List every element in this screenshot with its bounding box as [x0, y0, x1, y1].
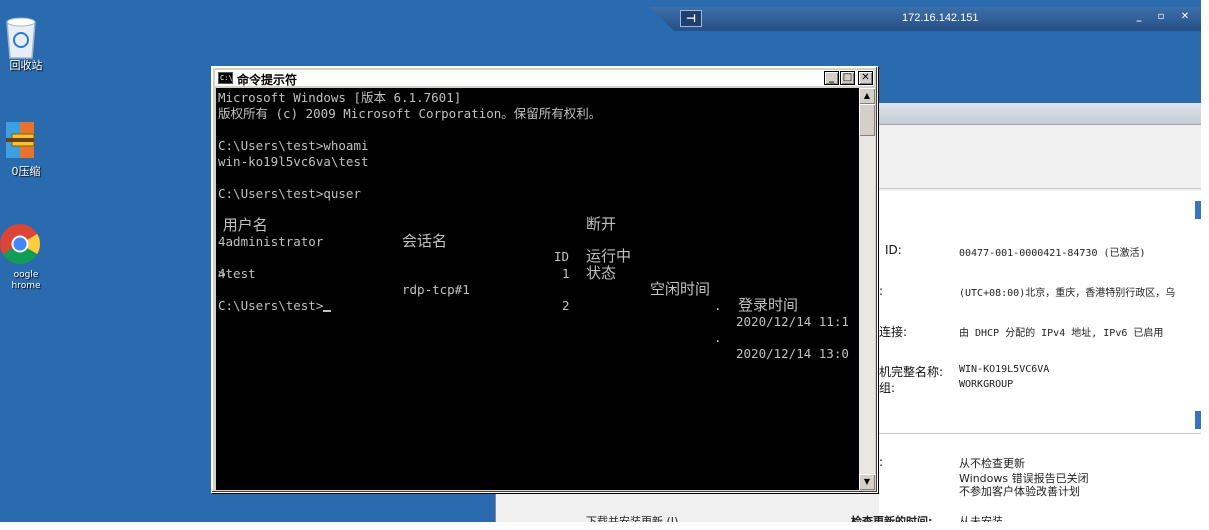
- full-computer-name-value: WIN-KO19L5VC6VA: [959, 364, 1050, 375]
- cmd-minimize-button[interactable]: _: [824, 71, 839, 85]
- recycle-bin-icon: [6, 17, 36, 59]
- cmd-app-icon: C:\: [218, 72, 233, 84]
- ceip-value: 不参加客户体验改善计划: [959, 485, 1080, 498]
- product-id-value: 00477-001-0000421-84730 (已激活): [959, 248, 1146, 259]
- remote-minimize-button[interactable]: _: [1132, 10, 1146, 24]
- archive-tool-shortcut[interactable]: 0压缩: [0, 118, 52, 178]
- archive-icon: [6, 122, 35, 158]
- command-prompt-window[interactable]: C:\ 命令提示符 _ □ ✕ Microsoft Windows [版本 6.…: [211, 66, 878, 493]
- connection-value: 由 DHCP 分配的 IPv4 地址, IPv6 已启用: [959, 328, 1164, 339]
- console-prompt: C:\Users\test>: [218, 298, 324, 313]
- remote-restore-button[interactable]: ▫: [1154, 10, 1168, 24]
- quser-header-state: 状态: [586, 264, 617, 282]
- quser-cell-logon: 2020/12/14 13:0: [736, 346, 849, 361]
- windows-update-value: 从不检查更新: [959, 457, 1025, 470]
- quser-cell-id: 2: [562, 298, 570, 313]
- section-marker: [1195, 201, 1201, 219]
- console-line: 4: [218, 234, 226, 249]
- console-output[interactable]: Microsoft Windows [版本 6.1.7601] 版权所有 (c)…: [216, 88, 859, 490]
- archive-tool-label: 0压缩: [11, 165, 41, 178]
- console-scrollbar[interactable]: ▲ ▼: [859, 88, 875, 490]
- timezone-label: :: [879, 284, 884, 298]
- cmd-titlebar[interactable]: C:\ 命令提示符 _ □ ✕: [215, 70, 874, 87]
- quser-cell-session: rdp-tcp#1: [402, 282, 470, 297]
- chrome-shortcut[interactable]: oogle hrome: [0, 222, 52, 292]
- workgroup-label: 组:: [879, 381, 896, 395]
- desktop: 回收站 0压缩 oogle hrome ID: 00477-001-000042…: [0, 0, 1201, 522]
- quser-header-row: 用户名 会话名 ID 状态 空闲时间 登录时间: [218, 201, 858, 313]
- pin-button[interactable]: ⊣: [680, 10, 702, 27]
- remote-close-button[interactable]: ✕: [1178, 10, 1192, 24]
- section-marker: [1195, 411, 1201, 429]
- quser-header-idle: 空闲时间: [650, 280, 711, 298]
- cmd-window-title: 命令提示符: [237, 73, 298, 87]
- console-prompt-line[interactable]: C:\Users\test>: [218, 298, 332, 314]
- text-cursor: [323, 310, 332, 312]
- quser-cell-user: administrator: [218, 234, 324, 249]
- last-check-value: 从未安装: [959, 515, 1003, 522]
- console-line: win-ko19l5vc6va\test: [218, 154, 369, 169]
- quser-header-logon: 登录时间: [738, 296, 799, 314]
- divider: [879, 433, 1201, 434]
- chrome-icon: [0, 224, 40, 264]
- cmd-close-button[interactable]: ✕: [858, 71, 873, 85]
- timezone-value: (UTC+08:00)北京，重庆，香港特别行政区，乌: [959, 288, 1176, 299]
- chrome-label: oogle hrome: [11, 270, 41, 291]
- quser-cell-state: 断开: [586, 215, 617, 233]
- recycle-bin-label: 回收站: [9, 59, 43, 72]
- quser-cell-id: 1: [562, 266, 570, 281]
- quser-cell-idle: .: [714, 330, 722, 345]
- product-id-label: ID:: [885, 243, 902, 257]
- quser-cell-idle: .: [714, 298, 722, 313]
- last-check-label: 检查更新的时间:: [851, 515, 933, 522]
- console-line: 版权所有 (c) 2009 Microsoft Corporation。保留所有…: [218, 106, 602, 121]
- workgroup-value: WORKGROUP: [959, 379, 1014, 390]
- console-line: C:\Users\test>quser: [218, 186, 361, 201]
- quser-row: >test rdp-tcp#1 2 运行中 . 2020/12/14 13:0: [218, 247, 858, 361]
- divider: [879, 188, 1201, 189]
- scroll-up-button[interactable]: ▲: [859, 88, 875, 104]
- console-line: C:\Users\test>whoami: [218, 138, 369, 153]
- quser-header-session: 会话名: [402, 232, 448, 250]
- scroll-thumb[interactable]: [859, 104, 875, 136]
- quser-cell-logon: 2020/12/14 11:1: [736, 314, 849, 329]
- full-computer-name-label: 机完整名称:: [879, 365, 944, 379]
- windows-update-label: :: [879, 455, 884, 469]
- quser-row: administrator 1 断开 . 2020/12/14 11:1: [218, 215, 858, 329]
- recycle-bin-shortcut[interactable]: 回收站: [0, 14, 52, 72]
- cmd-maximize-button[interactable]: □: [840, 71, 855, 85]
- quser-cell-state: 运行中: [586, 247, 632, 265]
- console-line: 4: [218, 266, 226, 281]
- console-line: Microsoft Windows [版本 6.1.7601]: [218, 90, 462, 105]
- install-updates-link[interactable]: 下载并安装更新 (I): [586, 513, 678, 522]
- scroll-down-button[interactable]: ▼: [859, 474, 875, 490]
- remote-host-ip: 172.16.142.151: [902, 12, 979, 24]
- connection-label: 连接:: [879, 325, 908, 339]
- remote-desktop-bar: ⊣ 172.16.142.151 _ ▫ ✕: [650, 7, 1201, 31]
